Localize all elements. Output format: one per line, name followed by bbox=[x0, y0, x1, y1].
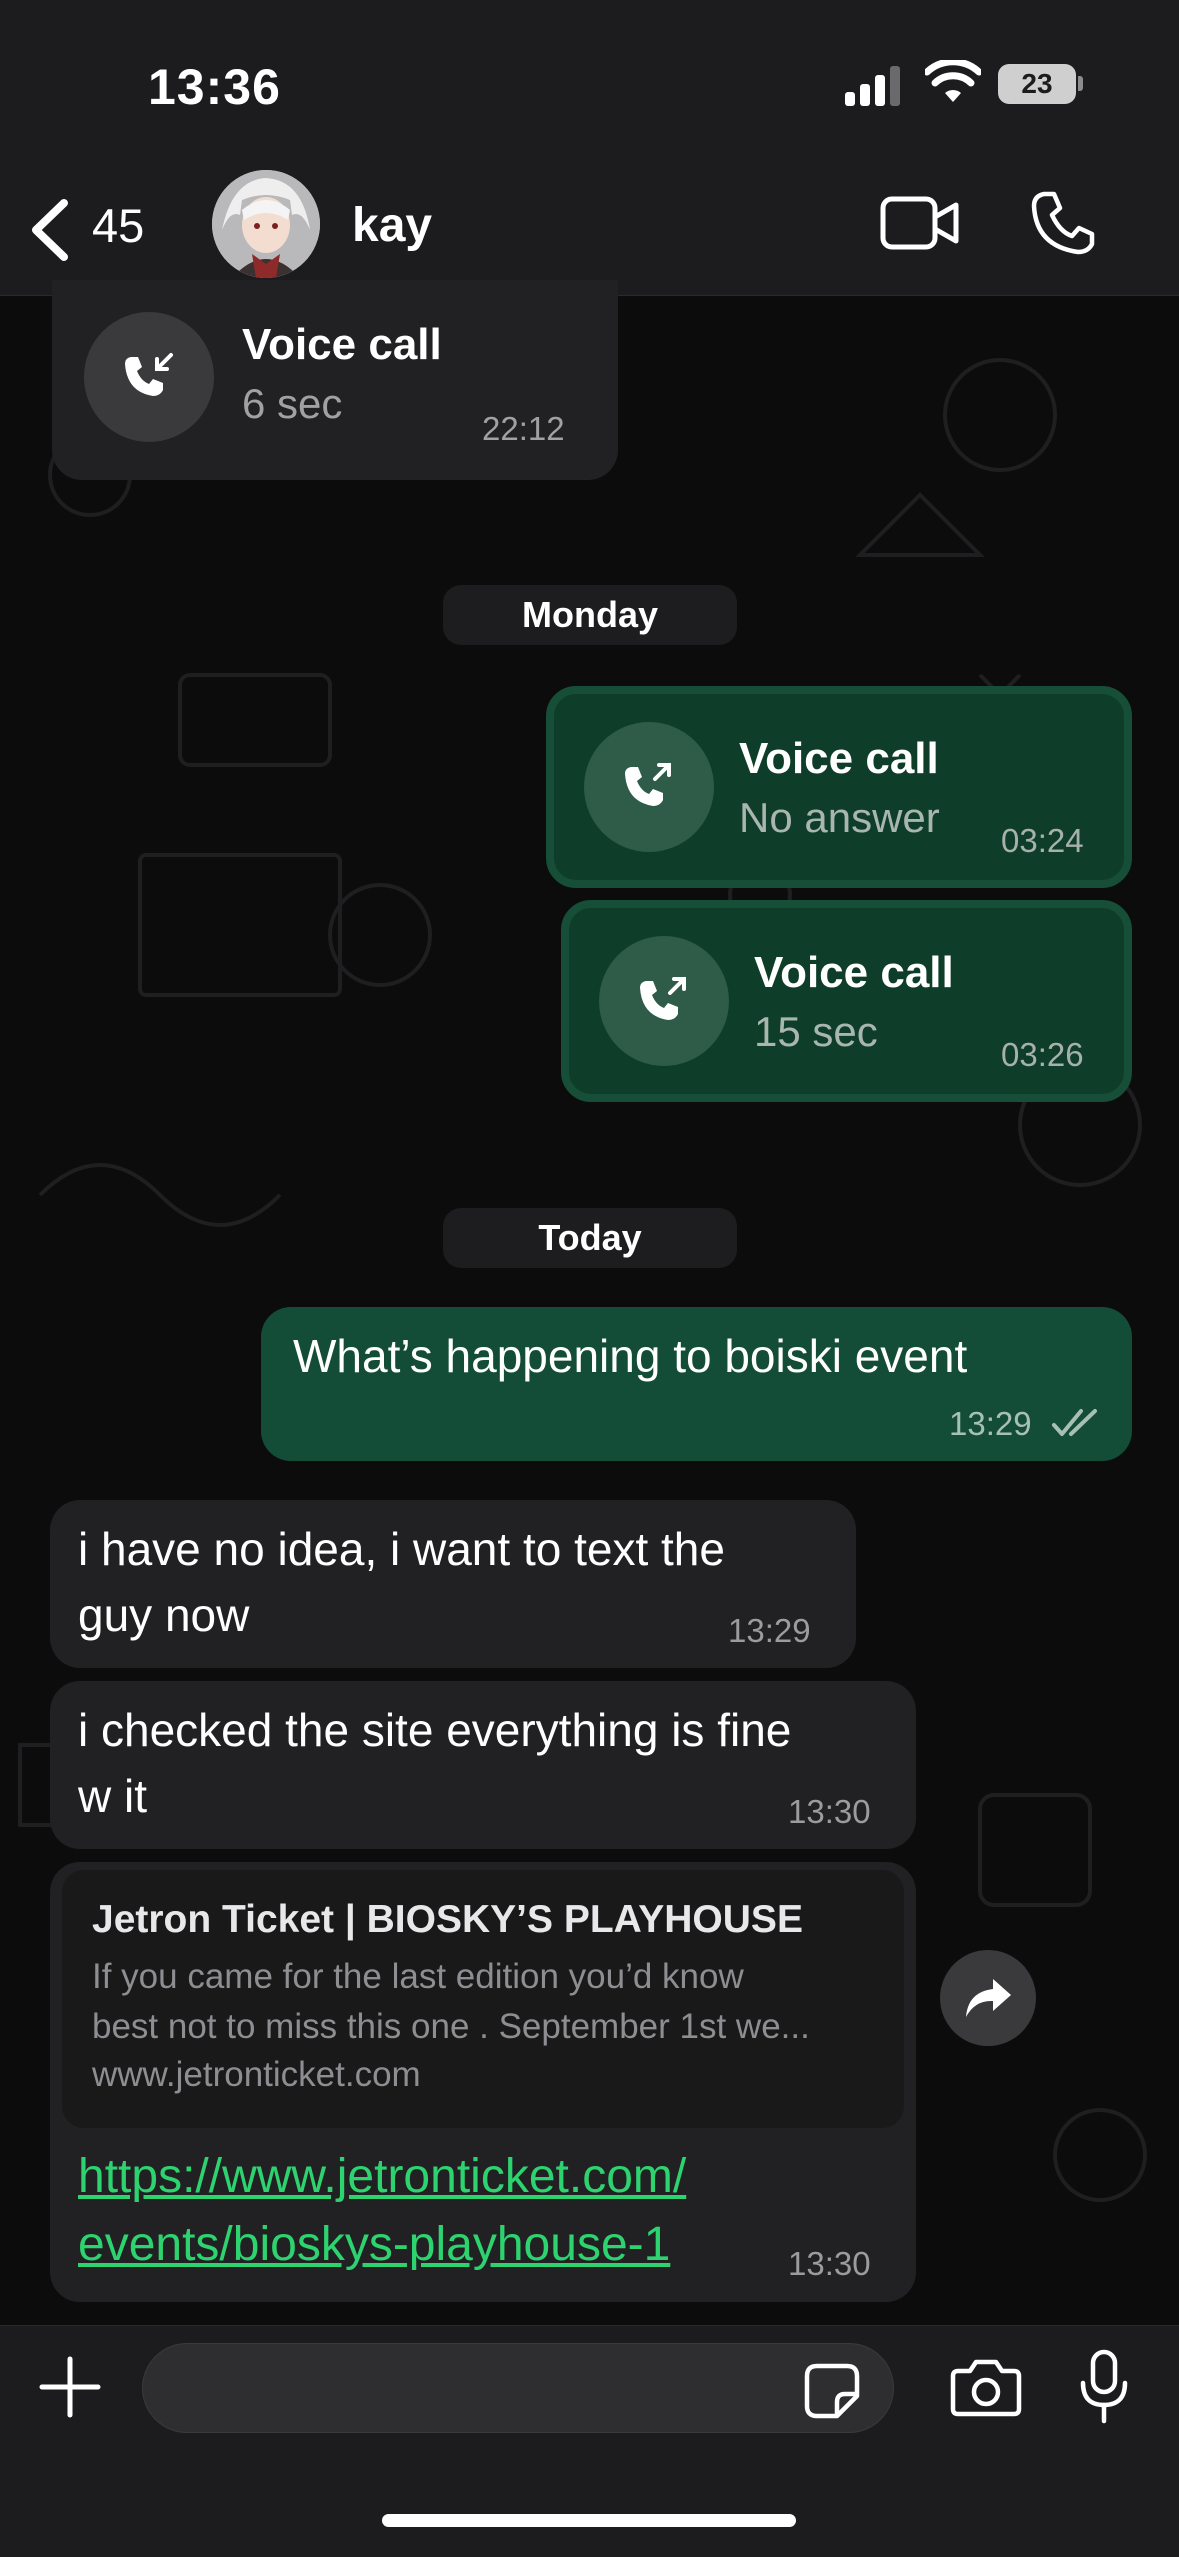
incoming-call-icon bbox=[125, 353, 173, 396]
date-separator-monday: Monday bbox=[443, 585, 737, 645]
sticker-icon[interactable] bbox=[803, 2362, 861, 2420]
home-indicator[interactable] bbox=[382, 2514, 796, 2527]
message-text-line-1: i have no idea, i want to text the bbox=[78, 1523, 725, 1575]
outgoing-voice-call-bubble[interactable]: Voice call 15 sec 03:26 bbox=[561, 900, 1132, 1102]
call-title: Voice call bbox=[754, 948, 954, 997]
wifi-icon bbox=[925, 60, 981, 102]
cellular-signal-icon bbox=[845, 66, 900, 106]
message-time: 13:29 bbox=[949, 1405, 1032, 1442]
call-status: No answer bbox=[739, 794, 940, 841]
link-preview-title: Jetron Ticket | BIOSKY’S PLAYHOUSE bbox=[92, 1898, 803, 1941]
message-text: What’s happening to boiski event bbox=[293, 1330, 968, 1382]
battery-indicator: 23 bbox=[998, 64, 1076, 104]
message-time: 22:12 bbox=[482, 410, 565, 447]
call-duration: 6 sec bbox=[242, 380, 343, 427]
message-time: 03:24 bbox=[1001, 822, 1084, 859]
message-text-line-2: w it bbox=[78, 1770, 147, 1822]
status-time: 13:36 bbox=[148, 59, 281, 115]
call-duration: 15 sec bbox=[754, 1008, 878, 1055]
outgoing-message-bubble[interactable]: What’s happening to boiski event 13:29 bbox=[261, 1307, 1132, 1461]
incoming-message-bubble[interactable]: i have no idea, i want to text the guy n… bbox=[50, 1500, 856, 1668]
message-text-line-2: guy now bbox=[78, 1589, 250, 1641]
incoming-message-bubble[interactable]: i checked the site everything is fine w … bbox=[50, 1681, 916, 1849]
message-time: 13:30 bbox=[788, 1793, 871, 1830]
outgoing-call-icon bbox=[640, 977, 686, 1020]
forward-arrow-icon bbox=[966, 1979, 1011, 2017]
attach-plus-icon[interactable] bbox=[38, 2355, 102, 2419]
outgoing-call-icon-circle bbox=[584, 722, 714, 852]
back-chevron-icon[interactable] bbox=[22, 195, 82, 265]
incoming-call-icon-circle bbox=[84, 312, 214, 442]
camera-icon[interactable] bbox=[950, 2357, 1022, 2417]
date-separator-today: Today bbox=[443, 1208, 737, 1268]
message-time: 03:26 bbox=[1001, 1036, 1084, 1073]
call-title: Voice call bbox=[242, 320, 442, 369]
forward-button[interactable] bbox=[940, 1950, 1036, 2046]
link-preview-card[interactable]: Jetron Ticket | BIOSKY’S PLAYHOUSE If yo… bbox=[62, 1870, 904, 2128]
read-receipt-icon bbox=[1052, 1409, 1097, 1436]
microphone-icon[interactable] bbox=[1078, 2349, 1130, 2425]
link-preview-host: www.jetronticket.com bbox=[92, 2055, 421, 2094]
unread-count[interactable]: 45 bbox=[92, 198, 144, 253]
outgoing-call-icon-circle bbox=[599, 936, 729, 1066]
call-title: Voice call bbox=[739, 734, 939, 783]
message-time: 13:29 bbox=[728, 1612, 811, 1649]
message-link-line-2[interactable]: events/bioskys-playhouse-1 bbox=[78, 2211, 670, 2279]
message-link-line-1[interactable]: https://www.jetronticket.com/ bbox=[78, 2143, 686, 2211]
video-call-icon[interactable] bbox=[880, 195, 960, 251]
outgoing-voice-call-bubble[interactable]: Voice call No answer 03:24 bbox=[546, 686, 1132, 888]
battery-nub bbox=[1078, 76, 1083, 91]
outgoing-call-icon bbox=[625, 763, 671, 806]
chat-header: 13:36 23 45 kay bbox=[0, 0, 1179, 296]
message-input[interactable] bbox=[142, 2343, 894, 2433]
contact-name[interactable]: kay bbox=[352, 198, 432, 253]
link-preview-description-line-2: best not to miss this one . September 1s… bbox=[92, 2007, 810, 2046]
link-preview-description-line-1: If you came for the last edition you’d k… bbox=[92, 1957, 744, 1996]
contact-avatar[interactable] bbox=[212, 170, 320, 278]
message-text-line-1: i checked the site everything is fine bbox=[78, 1704, 792, 1756]
phone-call-icon[interactable] bbox=[1030, 190, 1096, 256]
message-time: 13:30 bbox=[788, 2245, 871, 2282]
incoming-voice-call-bubble[interactable]: Voice call 6 sec 22:12 bbox=[52, 280, 618, 480]
